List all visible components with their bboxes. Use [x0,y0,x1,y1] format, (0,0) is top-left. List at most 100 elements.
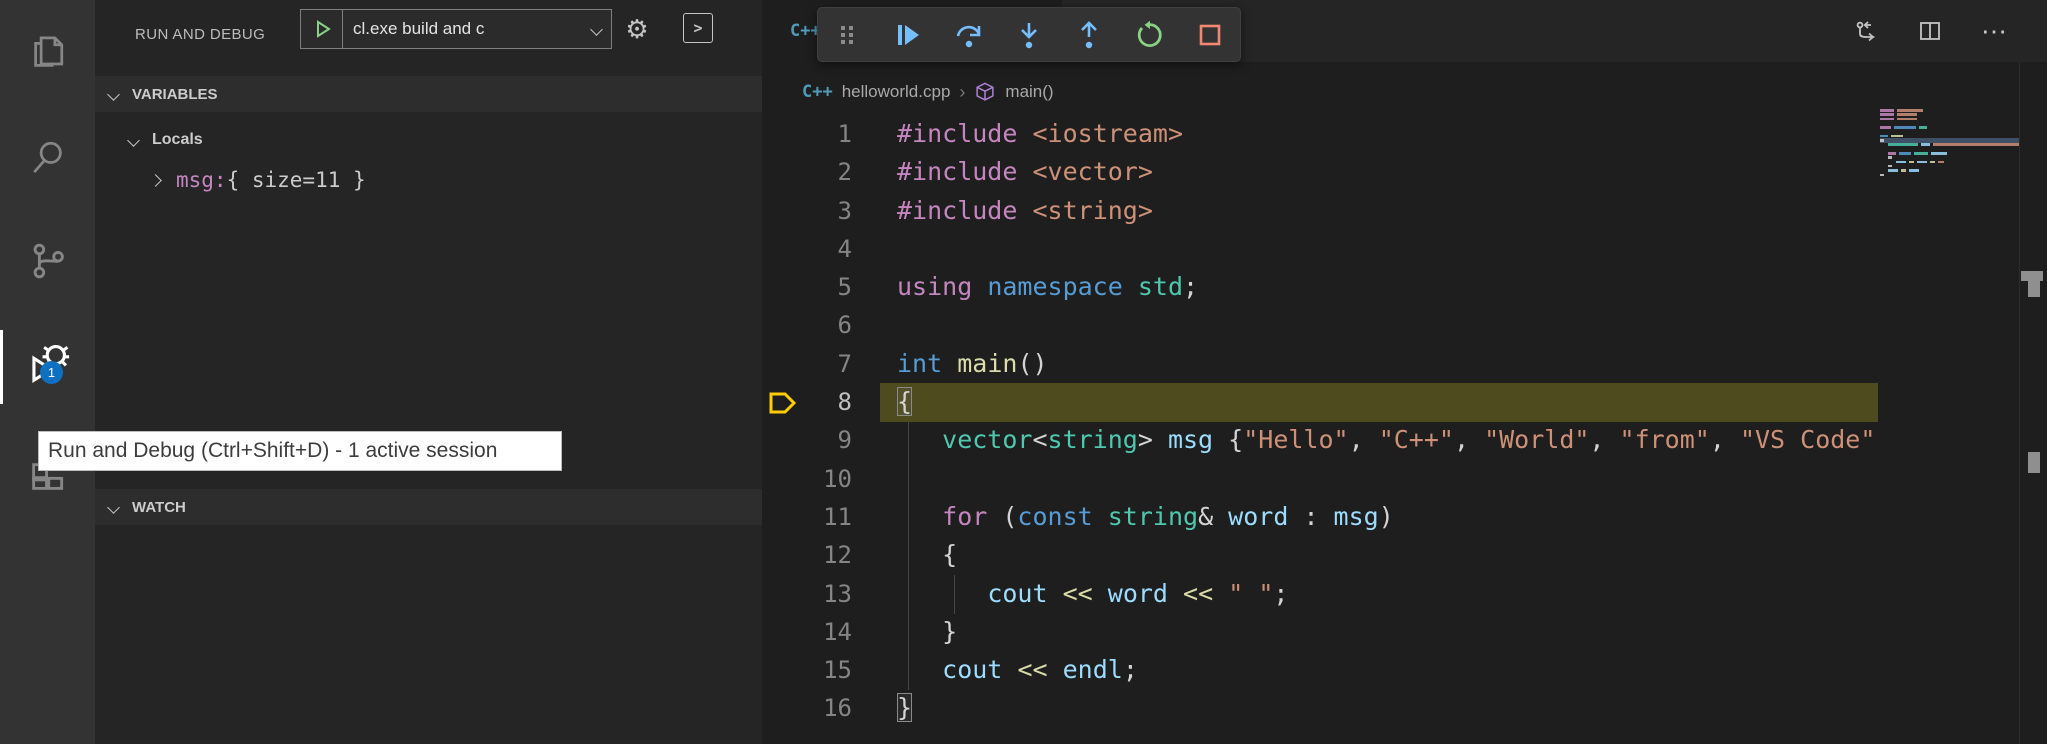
code-area[interactable]: 1 #include <iostream>2#include <vector>3 #… [762,115,2047,744]
code-line[interactable]: 7 int main() [762,345,1878,383]
line-number[interactable]: 1 [762,115,852,153]
line-number[interactable]: 15 [762,651,852,689]
line-number[interactable]: 10 [762,460,852,498]
code-line[interactable]: 9 vector<string> msg {"Hello", "C++", "W… [762,421,1878,459]
minimap-token [1888,143,1918,146]
token: : [1288,502,1333,531]
line-number[interactable]: 12 [762,536,852,574]
gear-icon[interactable]: ⚙ [620,12,654,46]
continue-button[interactable] [892,19,924,51]
token [1093,579,1108,608]
token: , [1454,425,1484,454]
code-line[interactable]: 6 [762,306,1878,344]
code-tokens: #include <string> [897,192,1153,230]
toolbar-gripper[interactable] [832,19,864,51]
stop-button[interactable] [1194,19,1226,51]
code-line[interactable]: 12 { [762,536,1878,574]
swap-icon[interactable] [1847,0,1887,62]
step-out-button[interactable] [1073,19,1105,51]
editor-group: C++ ⋯ [762,0,2047,744]
code-line[interactable]: 2#include <vector> [762,153,1878,191]
code-line[interactable]: 14 } [762,613,1878,651]
breadcrumb-symbol[interactable]: main() [1005,82,1053,102]
code-line[interactable]: 11 for (const string& word : msg) [762,498,1878,536]
minimap-token [1921,143,1930,146]
line-number[interactable]: 14 [762,613,852,651]
play-icon [311,18,333,40]
code-line[interactable]: 8{ [762,383,1878,421]
token: } [897,617,957,646]
code-line[interactable]: 10 [762,460,1878,498]
search-icon[interactable] [0,124,95,190]
line-number[interactable]: 16 [762,689,852,727]
code-line[interactable]: 16} [762,689,1878,727]
minimap-line [1888,156,1895,159]
minimap-token [1917,161,1927,164]
token: <vector> [1032,157,1152,186]
token: namespace [987,272,1122,301]
code-tokens: int main() [897,345,1048,383]
minimap-current-line [1880,138,2020,143]
line-number[interactable]: 8 [762,383,852,421]
chevron-down-icon [107,501,120,514]
token [897,502,942,531]
minimap-token [1933,143,2019,146]
token: msg [1168,425,1213,454]
token [1048,579,1063,608]
scrollbar[interactable] [2019,62,2047,744]
minimap-token [1888,152,1896,155]
minimap-line [1896,161,1947,164]
split-editor-icon[interactable] [1910,0,1950,62]
minimap-token [1899,152,1911,155]
watch-section-label: WATCH [132,499,186,516]
breadcrumb-file[interactable]: helloworld.cpp [842,82,951,102]
debug-console-icon[interactable]: > [683,13,713,43]
watch-section-header[interactable]: WATCH [95,489,762,525]
indent-guide [954,575,955,614]
minimap-line [1880,126,1930,129]
minimap-line [1880,139,1887,142]
code-tokens: #include <iostream> [897,115,1183,153]
source-control-icon[interactable] [0,228,95,294]
minimap-line [1888,169,1922,172]
line-number[interactable]: 4 [762,230,852,268]
token [897,425,942,454]
line-number[interactable]: 2 [762,153,852,191]
chevron-down-icon [127,134,140,147]
code-tokens: { [897,383,912,421]
line-number[interactable]: 13 [762,575,852,613]
step-over-button[interactable] [953,19,985,51]
token: , [1875,425,1878,454]
minimap[interactable] [1880,108,2020,198]
variable-row[interactable]: msg: { size=11 } [95,162,762,198]
code-line[interactable]: 5 using namespace std; [762,268,1878,306]
variable-name: msg: [176,168,227,192]
line-number[interactable]: 11 [762,498,852,536]
explorer-icon[interactable] [0,20,95,86]
restart-button[interactable] [1134,19,1166,51]
code-line[interactable]: 15 cout << endl; [762,651,1878,689]
indent-guide [908,421,909,690]
step-into-button[interactable] [1013,19,1045,51]
minimap-token [1897,113,1917,116]
debug-config-dropdown[interactable]: cl.exe build and c [300,9,612,49]
start-debug-button[interactable] [301,10,343,48]
minimap-line [1888,143,2022,146]
code-line[interactable]: 4 [762,230,1878,268]
code-line[interactable]: 13 cout << word << " "; [762,575,1878,613]
locals-scope-row[interactable]: Locals [95,122,762,158]
variables-section-label: VARIABLES [132,86,218,103]
code-tokens: using namespace std; [897,268,1198,306]
line-number[interactable]: 3 [762,192,852,230]
token: " " [1228,579,1273,608]
more-actions-icon[interactable]: ⋯ [1974,0,2014,62]
code-line[interactable]: 3 #include <string> [762,192,1878,230]
token: { [897,540,957,569]
line-number[interactable]: 6 [762,306,852,344]
line-number[interactable]: 5 [762,268,852,306]
line-number[interactable]: 7 [762,345,852,383]
minimap-token [1897,109,1923,112]
variables-section-header[interactable]: VARIABLES [95,76,762,112]
code-line[interactable]: 1 #include <iostream> [762,115,1878,153]
line-number[interactable]: 9 [762,421,852,459]
